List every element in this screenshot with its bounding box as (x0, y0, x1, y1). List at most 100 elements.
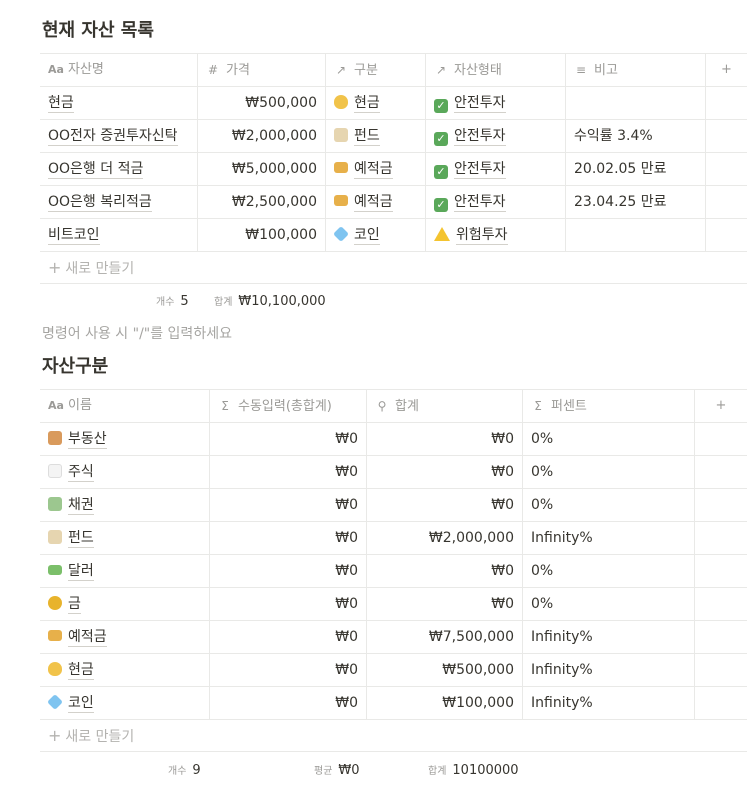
table-row[interactable]: 금 ₩0 ₩0 0% (40, 587, 747, 620)
asset-name-cell[interactable]: 현금 (40, 87, 198, 119)
category-name-cell[interactable]: 펀드 (40, 522, 210, 554)
category-manual-cell[interactable]: ₩0 (210, 621, 367, 653)
categories-count-summary[interactable]: 개수 9 (168, 762, 201, 778)
table-row[interactable]: 주식 ₩0 ₩0 0% (40, 455, 747, 488)
category-total-cell[interactable]: ₩0 (367, 423, 523, 455)
asset-name-cell[interactable]: OO전자 증권투자신탁 (40, 120, 198, 152)
asset-category-cell[interactable]: 예적금 (326, 153, 426, 185)
table-row[interactable]: 코인 ₩0 ₩100,000 Infinity% (40, 686, 747, 719)
asset-price-cell[interactable]: ₩500,000 (198, 87, 326, 119)
table-row[interactable]: OO전자 증권투자신탁 ₩2,000,000 펀드 ✓ 안전투자 수익률 3.4% (40, 119, 747, 152)
warning-icon (434, 227, 450, 241)
category-manual-cell[interactable]: ₩0 (210, 489, 367, 521)
asset-category-cell[interactable]: 예적금 (326, 186, 426, 218)
category-name-cell[interactable]: 금 (40, 588, 210, 620)
asset-price-cell[interactable]: ₩2,500,000 (198, 186, 326, 218)
category-name-cell[interactable]: 채권 (40, 489, 210, 521)
category-total-cell[interactable]: ₩100,000 (367, 687, 523, 719)
category-name-cell[interactable]: 달러 (40, 555, 210, 587)
table-row[interactable]: 비트코인 ₩100,000 코인 위험투자 (40, 218, 747, 251)
header-note[interactable]: ≡ 비고 (566, 54, 706, 86)
table-row[interactable]: 현금 ₩0 ₩500,000 Infinity% (40, 653, 747, 686)
add-property-button[interactable]: + (695, 390, 747, 422)
category-total-cell[interactable]: ₩500,000 (367, 654, 523, 686)
asset-name-cell[interactable]: OO은행 복리적금 (40, 186, 198, 218)
asset-note-cell[interactable]: 23.04.25 만료 (566, 186, 706, 218)
header-type[interactable]: ↗ 자산형태 (426, 54, 566, 86)
category-manual-cell[interactable]: ₩0 (210, 654, 367, 686)
asset-price-cell[interactable]: ₩100,000 (198, 219, 326, 251)
header-total[interactable]: ⚲ 합계 (367, 390, 523, 422)
category-percent-cell[interactable]: Infinity% (523, 522, 695, 554)
asset-name: OO전자 증권투자신탁 (48, 128, 178, 146)
asset-price-cell[interactable]: ₩5,000,000 (198, 153, 326, 185)
asset-category-cell[interactable]: 코인 (326, 219, 426, 251)
asset-category-cell[interactable]: 펀드 (326, 120, 426, 152)
category-percent-cell[interactable]: 0% (523, 588, 695, 620)
category-name: 주식 (68, 464, 94, 482)
category-name-cell[interactable]: 부동산 (40, 423, 210, 455)
header-name[interactable]: Aa 자산명 (40, 54, 198, 86)
category-manual-cell[interactable]: ₩0 (210, 588, 367, 620)
category-total-cell[interactable]: ₩7,500,000 (367, 621, 523, 653)
asset-type-cell[interactable]: ✓ 안전투자 (426, 87, 566, 119)
header-category[interactable]: ↗ 구분 (326, 54, 426, 86)
table-row[interactable]: 부동산 ₩0 ₩0 0% (40, 422, 747, 455)
hash-icon: # (207, 63, 219, 77)
asset-type-cell[interactable]: 위험투자 (426, 219, 566, 251)
category-name-cell[interactable]: 예적금 (40, 621, 210, 653)
command-placeholder[interactable]: 명령어 사용 시 "/"를 입력하세요 (42, 323, 232, 343)
category-total-cell[interactable]: ₩0 (367, 456, 523, 488)
asset-note-cell[interactable]: 수익률 3.4% (566, 120, 706, 152)
asset-name-cell[interactable]: OO은행 더 적금 (40, 153, 198, 185)
asset-type-cell[interactable]: ✓ 안전투자 (426, 186, 566, 218)
asset-note-cell[interactable]: 20.02.05 만료 (566, 153, 706, 185)
category-percent-cell[interactable]: 0% (523, 456, 695, 488)
category-percent-cell[interactable]: 0% (523, 423, 695, 455)
asset-type-cell[interactable]: ✓ 안전투자 (426, 153, 566, 185)
category-manual-cell[interactable]: ₩0 (210, 555, 367, 587)
header-percent[interactable]: Σ 퍼센트 (523, 390, 695, 422)
header-cat-name[interactable]: Aa 이름 (40, 390, 210, 422)
asset-note-cell[interactable] (566, 219, 706, 251)
table-row[interactable]: 현금 ₩500,000 현금 ✓ 안전투자 (40, 86, 747, 119)
category-manual-cell[interactable]: ₩0 (210, 423, 367, 455)
empty-cell (706, 87, 747, 119)
table-row[interactable]: OO은행 더 적금 ₩5,000,000 예적금 ✓ 안전투자 20.02.05 만료 (40, 152, 747, 185)
category-total-cell[interactable]: ₩0 (367, 555, 523, 587)
category-total-cell[interactable]: ₩0 (367, 489, 523, 521)
category-percent-cell[interactable]: 0% (523, 489, 695, 521)
asset-price-cell[interactable]: ₩2,000,000 (198, 120, 326, 152)
table-row[interactable]: 달러 ₩0 ₩0 0% (40, 554, 747, 587)
table-row[interactable]: OO은행 복리적금 ₩2,500,000 예적금 ✓ 안전투자 23.04.25 만료 (40, 185, 747, 218)
asset-type-cell[interactable]: ✓ 안전투자 (426, 120, 566, 152)
categories-sum-summary[interactable]: 합계 10100000 (428, 762, 519, 778)
asset-category-cell[interactable]: 현금 (326, 87, 426, 119)
assets-new-row-button[interactable]: + 새로 만들기 (40, 251, 747, 284)
asset-name-cell[interactable]: 비트코인 (40, 219, 198, 251)
table-row[interactable]: 예적금 ₩0 ₩7,500,000 Infinity% (40, 620, 747, 653)
assets-sum-summary[interactable]: 합계 ₩10,100,000 (214, 293, 326, 309)
table-row[interactable]: 채권 ₩0 ₩0 0% (40, 488, 747, 521)
asset-note: 수익률 3.4% (574, 128, 653, 144)
category-name-cell[interactable]: 현금 (40, 654, 210, 686)
categories-avg-summary[interactable]: 평균 ₩0 (314, 762, 360, 778)
table-row[interactable]: 펀드 ₩0 ₩2,000,000 Infinity% (40, 521, 747, 554)
header-price[interactable]: # 가격 (198, 54, 326, 86)
category-manual-cell[interactable]: ₩0 (210, 456, 367, 488)
asset-note-cell[interactable] (566, 87, 706, 119)
category-total-cell[interactable]: ₩0 (367, 588, 523, 620)
category-name-cell[interactable]: 주식 (40, 456, 210, 488)
category-percent-cell[interactable]: Infinity% (523, 654, 695, 686)
category-percent-cell[interactable]: Infinity% (523, 621, 695, 653)
header-manual[interactable]: Σ 수동입력(총합계) (210, 390, 367, 422)
categories-new-row-button[interactable]: + 새로 만들기 (40, 719, 747, 752)
category-total-cell[interactable]: ₩2,000,000 (367, 522, 523, 554)
assets-count-summary[interactable]: 개수 5 (156, 293, 189, 309)
category-percent-cell[interactable]: Infinity% (523, 687, 695, 719)
category-manual-cell[interactable]: ₩0 (210, 687, 367, 719)
category-manual-cell[interactable]: ₩0 (210, 522, 367, 554)
category-percent-cell[interactable]: 0% (523, 555, 695, 587)
add-property-button[interactable]: + (706, 54, 747, 86)
category-name-cell[interactable]: 코인 (40, 687, 210, 719)
